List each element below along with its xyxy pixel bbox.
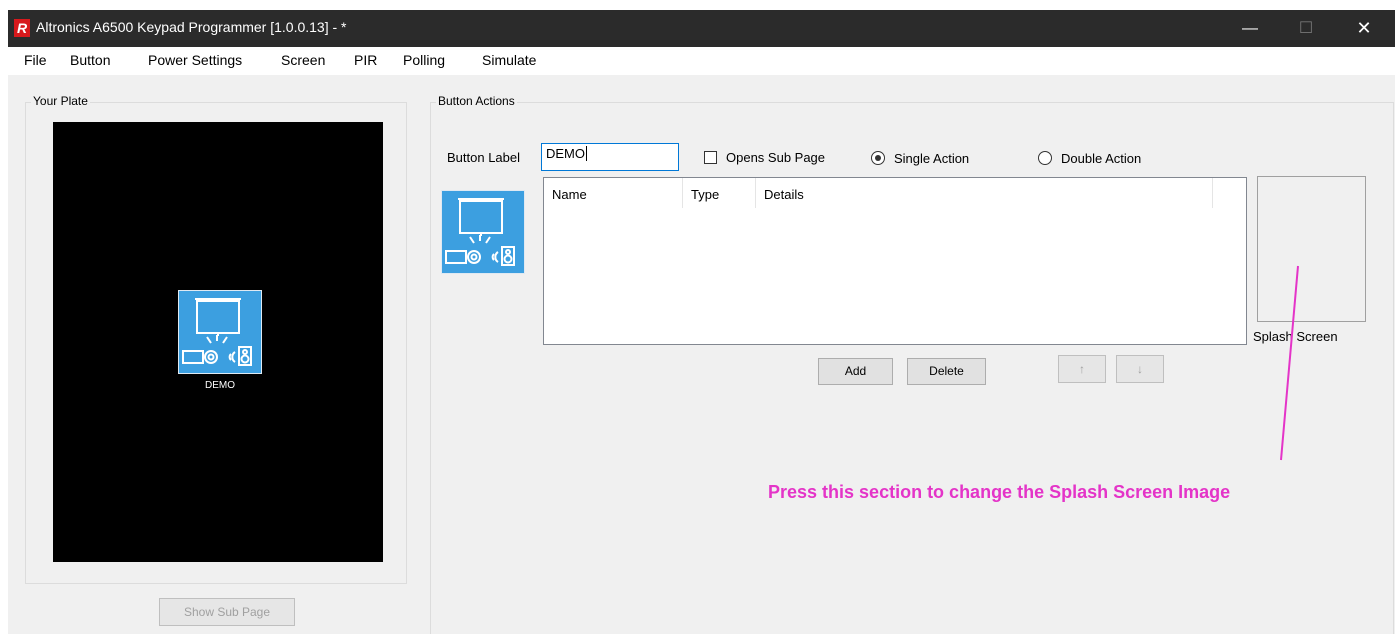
annotation-text: Press this section to change the Splash …: [768, 482, 1231, 502]
annotation-arrow-line: [1280, 265, 1299, 461]
